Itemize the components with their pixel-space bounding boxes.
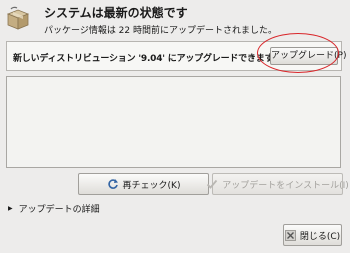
upgrade-button[interactable]: アップグレード(P): [270, 47, 346, 65]
close-button-label: 閉じる(C): [299, 231, 341, 242]
status-subtitle: パッケージ情報は 22 時間前にアップデートされました。: [44, 26, 277, 36]
install-updates-button[interactable]: アップデートをインストール(I): [207, 173, 349, 195]
details-label: アップデートの詳細: [18, 205, 100, 215]
install-button-label: アップデートをインストール(I): [222, 180, 349, 191]
upgrade-bar: 新しいディストリビューション '9.04' にアップグレードできます アップグレ…: [6, 41, 346, 71]
check-button-label: 再チェック(K): [122, 180, 181, 191]
changes-list[interactable]: [6, 76, 341, 168]
upgrade-message: 新しいディストリビューション '9.04' にアップグレードできます: [13, 54, 274, 64]
refresh-icon: [107, 178, 119, 190]
check-button[interactable]: 再チェック(K): [78, 173, 209, 195]
status-title: システムは最新の状態です: [44, 6, 188, 20]
expander-triangle-icon: ▶: [8, 205, 13, 212]
check-mark-icon: [206, 178, 218, 190]
close-button[interactable]: 閉じる(C): [283, 224, 342, 246]
update-details-expander[interactable]: ▶ アップデートの詳細: [8, 202, 100, 215]
close-x-icon: [284, 229, 296, 241]
package-box-icon: [5, 5, 31, 31]
